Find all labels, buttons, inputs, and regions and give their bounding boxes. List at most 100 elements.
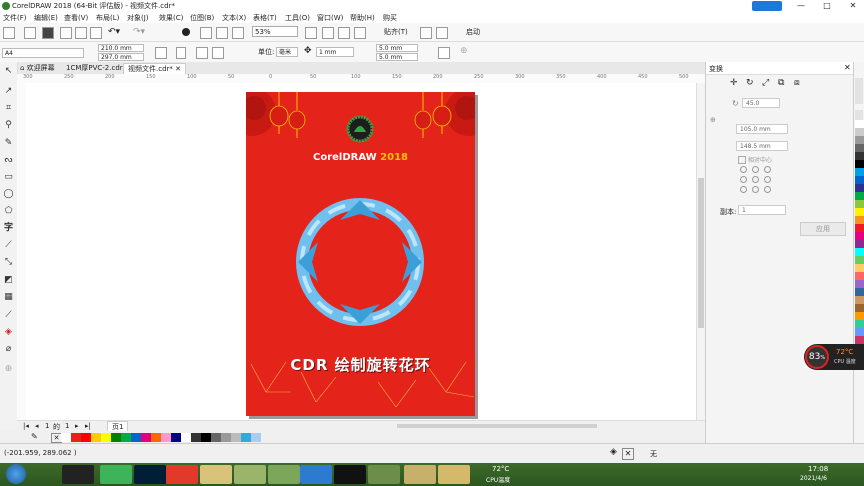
taskbar-recorder-icon[interactable] <box>334 465 366 484</box>
artistic-media-icon[interactable]: ᔓ <box>3 155 14 166</box>
pick-tool-icon[interactable]: ↖ <box>3 66 14 77</box>
duplicate-distance-y-field[interactable]: 5.0 mm <box>376 53 418 61</box>
menu-effects[interactable]: 效果(C) <box>159 13 183 23</box>
palette-swatch[interactable] <box>855 272 864 280</box>
anchor-radio-br[interactable] <box>764 186 771 193</box>
snap-to-menu[interactable]: 贴齐(T) <box>384 27 408 37</box>
palette-swatch[interactable] <box>855 256 864 264</box>
taskbar-app-4[interactable] <box>368 465 400 484</box>
anchor-radio-ml[interactable] <box>740 176 747 183</box>
anchor-radio-mc[interactable] <box>752 176 759 183</box>
duplicate-distance-x-field[interactable]: 5.0 mm <box>376 44 418 52</box>
show-guidelines-icon[interactable] <box>354 27 366 39</box>
export-icon[interactable] <box>216 27 228 39</box>
palette-swatch[interactable] <box>855 136 864 144</box>
anchor-radio-mr[interactable] <box>764 176 771 183</box>
anchor-radio-tc[interactable] <box>752 166 759 173</box>
design-page[interactable]: CorelDRAW 2018 CDR 绘制旋转花环 <box>246 92 475 416</box>
palette-swatch[interactable] <box>855 152 864 160</box>
ellipse-tool-icon[interactable]: ◯ <box>3 189 14 200</box>
smart-fill-icon[interactable]: ⌀ <box>3 344 14 355</box>
palette-swatch[interactable] <box>241 433 251 442</box>
palette-swatch[interactable] <box>131 433 141 442</box>
palette-swatch[interactable] <box>231 433 241 442</box>
menu-help[interactable]: 帮助(H) <box>350 13 375 23</box>
palette-swatch[interactable] <box>855 184 864 192</box>
interactive-fill-icon[interactable]: ◈ <box>3 327 14 338</box>
anchor-radio-bl[interactable] <box>740 186 747 193</box>
taskbar-app-3[interactable] <box>300 465 332 484</box>
menu-text[interactable]: 文本(X) <box>222 13 246 23</box>
menu-window[interactable]: 窗口(W) <box>317 13 343 23</box>
options-gear-icon[interactable] <box>420 27 432 39</box>
palette-swatch[interactable] <box>181 433 191 442</box>
open-folder-icon[interactable] <box>24 27 36 39</box>
polygon-tool-icon[interactable]: ⬠ <box>3 206 14 217</box>
import-icon[interactable] <box>200 27 212 39</box>
docker-tab-transform[interactable] <box>855 78 863 104</box>
freehand-tool-icon[interactable]: ✎ <box>3 138 14 149</box>
full-screen-icon[interactable] <box>305 27 317 39</box>
menu-tools[interactable]: 工具(O) <box>285 13 310 23</box>
palette-swatch[interactable] <box>855 296 864 304</box>
palette-swatch[interactable] <box>71 433 81 442</box>
tab-pvc-file[interactable]: 1CM厚PVC-2.cdr <box>62 63 127 74</box>
palette-swatch[interactable] <box>855 224 864 232</box>
palette-swatch[interactable] <box>171 433 181 442</box>
tab-welcome-screen[interactable]: ⌂ 欢迎屏幕 <box>16 63 59 74</box>
position-icon[interactable]: ✛ <box>730 78 738 88</box>
center-y-field[interactable]: 148.5 mm <box>736 141 788 151</box>
palette-swatch[interactable] <box>251 433 261 442</box>
palette-swatch[interactable] <box>161 433 171 442</box>
launch-menu[interactable]: 启动 <box>466 27 480 37</box>
palette-swatch[interactable] <box>191 433 201 442</box>
no-fill-swatch-icon[interactable]: ✕ <box>622 448 634 460</box>
rotation-angle-field[interactable]: 45.0 <box>742 98 780 108</box>
zoom-tool-icon[interactable]: ⚲ <box>3 120 14 131</box>
menu-view[interactable]: 查看(V) <box>64 13 88 23</box>
palette-swatch[interactable] <box>855 280 864 288</box>
palette-swatch[interactable] <box>855 120 864 128</box>
page-height-field[interactable]: 297.0 mm <box>98 53 144 61</box>
drop-shadow-icon[interactable]: ◩ <box>3 275 14 286</box>
system-tray-icons[interactable] <box>600 469 750 479</box>
all-pages-icon[interactable] <box>196 47 208 59</box>
palette-swatch[interactable] <box>81 433 91 442</box>
center-x-field[interactable]: 105.0 mm <box>736 124 788 134</box>
palette-swatch[interactable] <box>61 433 71 442</box>
last-page-button[interactable]: ▸| <box>85 422 91 430</box>
eyedropper-palette-icon[interactable]: ✎ <box>31 432 38 441</box>
palette-swatch[interactable] <box>91 433 101 442</box>
menu-file[interactable]: 文件(F) <box>3 13 27 23</box>
menu-layout[interactable]: 布局(L) <box>96 13 119 23</box>
palette-swatch[interactable] <box>201 433 211 442</box>
palette-swatch[interactable] <box>855 240 864 248</box>
palette-swatch[interactable] <box>855 304 864 312</box>
horizontal-scrollbar[interactable] <box>397 424 597 428</box>
taskbar-wechat-icon[interactable] <box>100 465 132 484</box>
palette-swatch[interactable] <box>101 433 111 442</box>
connector-tool-icon[interactable]: ⤡ <box>3 257 14 268</box>
relative-center-checkbox[interactable] <box>738 156 746 164</box>
apply-button[interactable]: 应用 <box>800 222 846 236</box>
palette-swatch[interactable] <box>855 208 864 216</box>
docker-close-icon[interactable]: ✕ <box>844 63 851 72</box>
corel-connect-icon[interactable] <box>182 28 190 36</box>
palette-swatch[interactable] <box>855 192 864 200</box>
anchor-radio-tr[interactable] <box>764 166 771 173</box>
page-width-field[interactable]: 210.0 mm <box>98 44 144 52</box>
cut-icon[interactable] <box>60 27 72 39</box>
rotate-icon[interactable]: ↻ <box>746 78 754 88</box>
palette-swatch[interactable] <box>855 288 864 296</box>
palette-swatch[interactable] <box>111 433 121 442</box>
parallel-dimension-icon[interactable]: ⟋ <box>3 240 14 251</box>
palette-swatch[interactable] <box>121 433 131 442</box>
taskbar-folder-icon[interactable] <box>234 465 266 484</box>
skew-icon[interactable]: ⧈ <box>794 78 800 88</box>
eyedropper-icon[interactable]: ⟋ <box>3 310 14 321</box>
size-icon[interactable]: ⧉ <box>778 78 784 88</box>
menu-buy[interactable]: 购买 <box>383 13 397 23</box>
maximize-button[interactable]: □ <box>818 0 836 12</box>
start-button-icon[interactable] <box>6 464 26 484</box>
palette-swatch[interactable] <box>855 168 864 176</box>
